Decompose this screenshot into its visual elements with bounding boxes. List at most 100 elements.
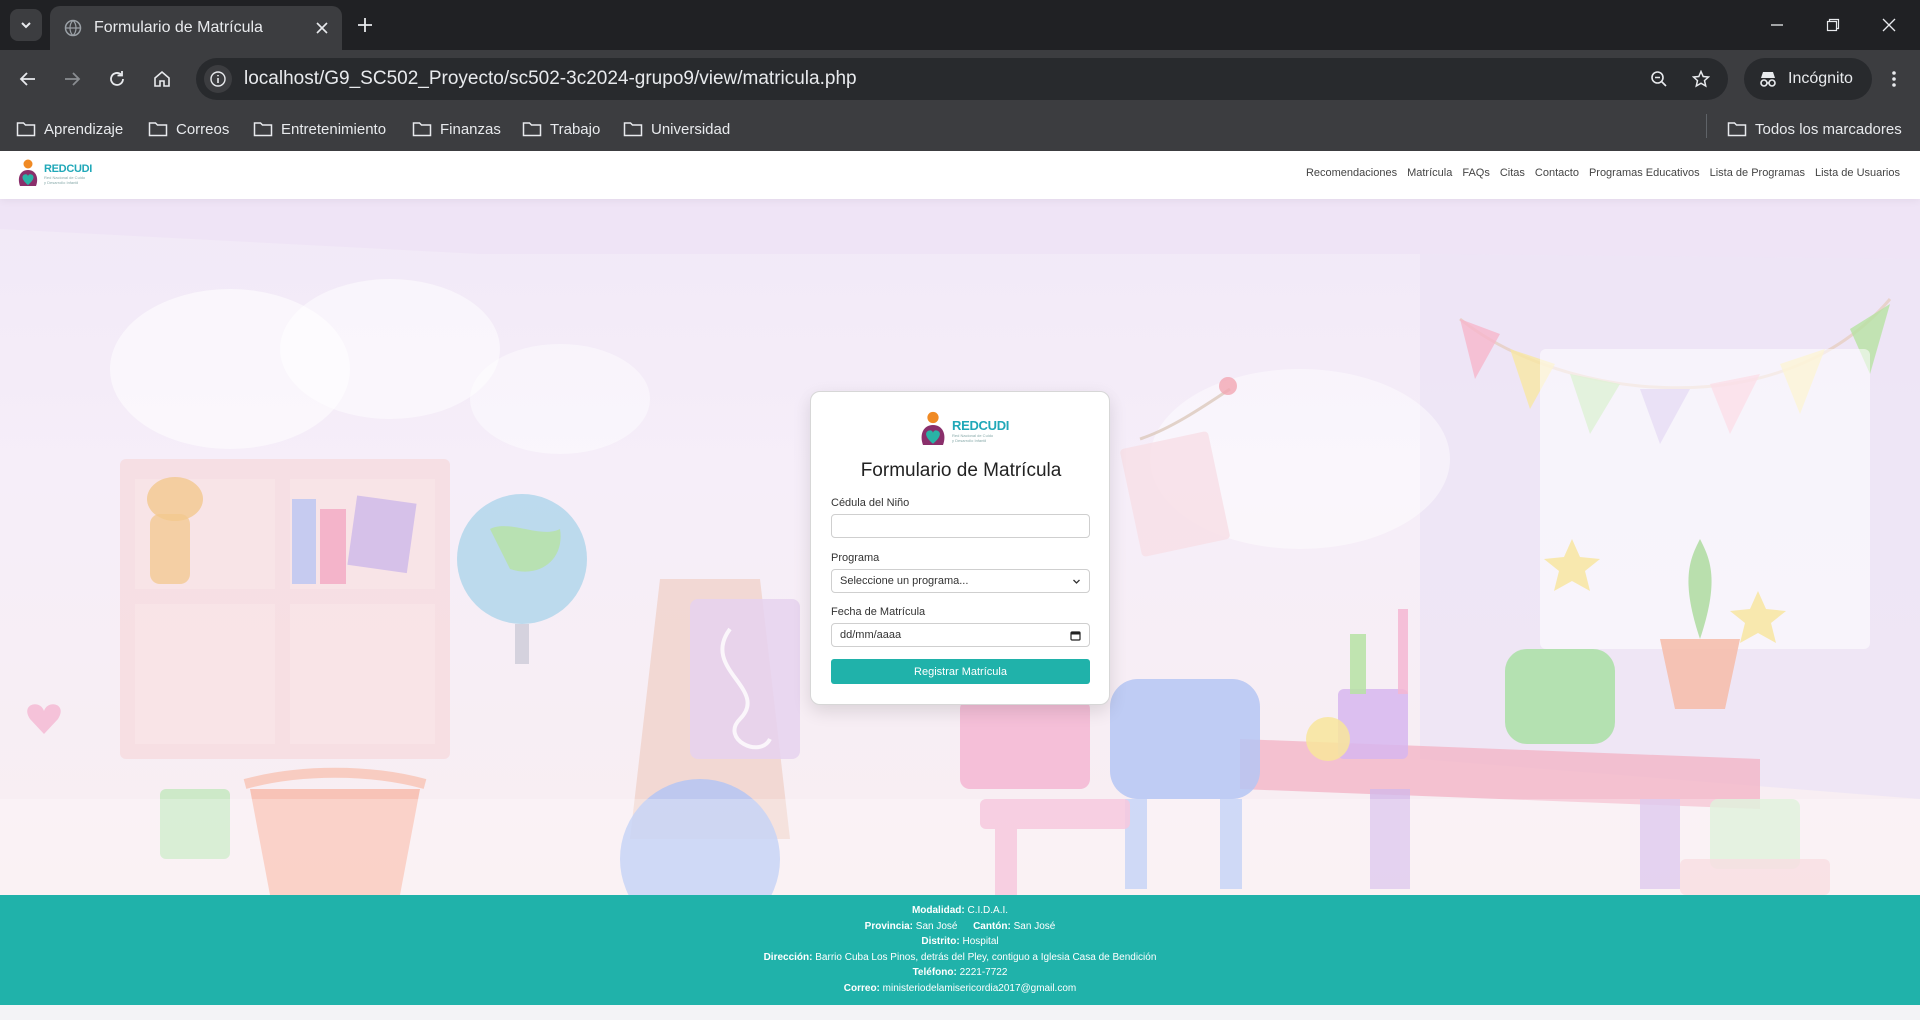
reload-icon — [110, 71, 124, 86]
fecha-label: Fecha de Matrícula — [831, 606, 926, 618]
footer-label: Modalidad: — [911, 905, 965, 916]
restore-icon — [1826, 18, 1840, 32]
folder-icon — [16, 122, 36, 137]
cedula-label: Cédula del Niño — [831, 497, 910, 509]
star-icon[interactable] — [1686, 64, 1716, 94]
site-navbar: REDCUDI Red Nacional de Cuido y Desarrol… — [0, 151, 1920, 199]
footer-label: Distrito: — [921, 936, 960, 947]
incognito-button[interactable]: Incógnito — [1744, 58, 1872, 100]
tab-strip: Formulario de Matrícula — [0, 0, 1920, 50]
reload-button[interactable] — [101, 63, 133, 95]
bookmarks-divider — [1706, 114, 1707, 138]
close-window-button[interactable] — [1874, 10, 1904, 40]
fecha-placeholder: dd/mm/aaaa — [840, 629, 902, 641]
tab-search-button[interactable] — [10, 9, 42, 41]
nav-link-matricula[interactable]: Matrícula — [1407, 167, 1452, 179]
browser-menu-button[interactable] — [1878, 63, 1910, 95]
home-button[interactable] — [146, 63, 178, 95]
new-tab-button[interactable] — [352, 12, 378, 38]
site-info-icon[interactable] — [204, 65, 232, 93]
active-tab[interactable]: Formulario de Matrícula — [50, 6, 342, 50]
all-bookmarks-button[interactable]: Todos los marcadores — [1727, 115, 1902, 143]
bookmark-label: Universidad — [651, 120, 731, 138]
calendar-icon[interactable] — [1070, 630, 1081, 641]
footer-label: Dirección: — [763, 951, 813, 963]
form-title: Formulario de Matrícula — [860, 460, 1062, 481]
address-bar[interactable]: localhost/G9_SC502_Proyecto/sc502-3c2024… — [196, 58, 1728, 100]
close-icon[interactable] — [312, 18, 332, 38]
programa-selected-value: Seleccione un programa... — [840, 575, 969, 587]
all-bookmarks-label: Todos los marcadores — [1755, 120, 1902, 138]
fecha-input[interactable]: dd/mm/aaaa — [831, 623, 1090, 647]
logo-text-block: REDCUDI Red Nacional de Cuido y Desarrol… — [952, 418, 1009, 443]
programa-select[interactable]: Seleccione un programa... — [831, 569, 1090, 593]
footer-value: San José — [915, 920, 958, 932]
nav-link-faqs[interactable]: FAQs — [1462, 167, 1490, 179]
zoom-icon[interactable] — [1644, 64, 1674, 94]
home-icon — [154, 70, 170, 87]
chevron-down-icon — [1073, 579, 1080, 584]
bookmark-folder[interactable]: Finanzas — [412, 115, 501, 143]
folder-icon — [623, 122, 643, 137]
logo-subtitle: y Desarrollo Infantil — [44, 180, 79, 185]
footer-label: Teléfono: — [912, 967, 957, 978]
nav-link-lista-usuarios[interactable]: Lista de Usuarios — [1815, 167, 1900, 179]
footer-label: Cantón: — [973, 920, 1011, 932]
footer-label: Correo: — [843, 982, 880, 994]
redcudi-logo-icon — [921, 411, 945, 445]
bookmark-folder[interactable]: Universidad — [623, 115, 730, 143]
plus-icon — [358, 18, 372, 32]
folder-icon — [522, 122, 542, 137]
page-bottom-strip — [0, 1005, 1920, 1020]
arrow-left-icon — [19, 72, 35, 86]
chevron-down-icon — [21, 22, 31, 29]
site-footer: Modalidad: C.I.D.A.I. Provincia: San Jos… — [0, 895, 1920, 1005]
incognito-label: Incógnito — [1788, 70, 1853, 87]
nav-link-citas[interactable]: Citas — [1500, 167, 1525, 179]
bookmark-label: Aprendizaje — [44, 120, 124, 138]
card-logo: REDCUDI Red Nacional de Cuido y Desarrol… — [918, 410, 1009, 450]
footer-direccion: Dirección: Barrio Cuba Los Pinos, detrás… — [0, 950, 1920, 966]
footer-value: San José — [1013, 920, 1056, 932]
bookmark-folder[interactable]: Entretenimiento — [253, 115, 386, 143]
cedula-input[interactable] — [831, 514, 1090, 538]
nav-link-programas-educativos[interactable]: Programas Educativos — [1589, 167, 1700, 179]
folder-icon — [148, 122, 168, 137]
incognito-icon — [1760, 72, 1776, 87]
bookmark-folder[interactable]: Aprendizaje — [16, 115, 123, 143]
page-viewport: REDCUDI Red Nacional de Cuido y Desarrol… — [0, 151, 1920, 1020]
nav-link-contacto[interactable]: Contacto — [1535, 167, 1579, 179]
bookmark-label: Finanzas — [440, 120, 501, 138]
restore-button[interactable] — [1818, 10, 1848, 40]
footer-value: 2221-7722 — [959, 967, 1008, 978]
footer-value: C.I.D.A.I. — [967, 905, 1009, 916]
bookmark-folder[interactable]: Correos — [148, 115, 229, 143]
tab-title: Formulario de Matrícula — [94, 19, 263, 36]
footer-email-link[interactable]: ministeriodelamisericordia2017@gmail.com — [883, 983, 1077, 994]
site-logo[interactable]: REDCUDI Red Nacional de Cuido y Desarrol… — [16, 158, 92, 190]
footer-modalidad: Modalidad: C.I.D.A.I. — [0, 903, 1920, 919]
programa-label: Programa — [831, 552, 880, 564]
minimize-icon — [1771, 24, 1783, 26]
folder-icon — [412, 122, 432, 137]
redcudi-logo-icon — [18, 159, 38, 186]
footer-provincia-canton: Provincia: San José Cantón: San José — [0, 919, 1920, 935]
nav-link-lista-programas[interactable]: Lista de Programas — [1710, 167, 1805, 179]
footer-value: Barrio Cuba Los Pinos, detrás del Pley, … — [815, 951, 1157, 963]
back-button[interactable] — [12, 63, 44, 95]
browser-toolbar: localhost/G9_SC502_Proyecto/sc502-3c2024… — [0, 50, 1920, 108]
registrar-matricula-button[interactable]: Registrar Matrícula — [831, 659, 1090, 684]
footer-telefono: Teléfono: 2221-7722 — [0, 965, 1920, 981]
bookmark-folder[interactable]: Trabajo — [522, 115, 600, 143]
globe-icon — [64, 19, 82, 37]
bookmark-label: Trabajo — [550, 120, 601, 138]
minimize-button[interactable] — [1762, 10, 1792, 40]
url-text[interactable]: localhost/G9_SC502_Proyecto/sc502-3c2024… — [244, 68, 1644, 90]
more-vertical-icon — [1892, 71, 1896, 87]
logo-subtitle: y Desarrollo Infantil — [952, 437, 987, 443]
footer-value: Hospital — [962, 936, 999, 947]
nav-link-recomendaciones[interactable]: Recomendaciones — [1306, 167, 1397, 179]
footer-correo: Correo: ministeriodelamisericordia2017@g… — [0, 981, 1920, 997]
forward-button[interactable] — [56, 63, 88, 95]
arrow-right-icon — [65, 72, 81, 86]
